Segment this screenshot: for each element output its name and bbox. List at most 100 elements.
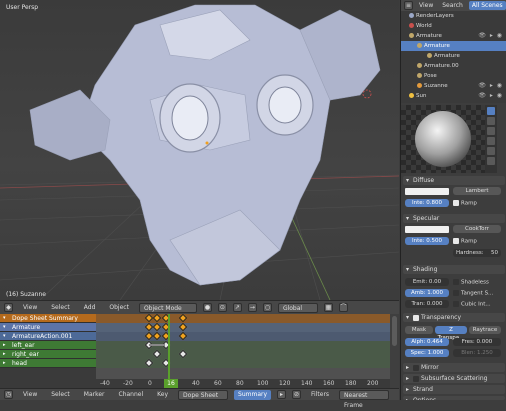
tangent-checkbox[interactable] <box>453 290 459 296</box>
channel-action[interactable]: ▾ ArmatureAction.001 <box>0 332 96 341</box>
channel-summary[interactable]: ▾ Dope Sheet Summary <box>0 314 96 323</box>
cubic-checkbox[interactable] <box>453 301 459 307</box>
only-selected-icon[interactable]: ▸ <box>277 390 287 399</box>
layers-icon[interactable]: ▦ <box>323 303 333 312</box>
diffuse-ramp-toggle[interactable]: Ramp <box>453 200 477 207</box>
outliner-row[interactable]: Sun 👁 ▸ ◉ <box>401 91 506 101</box>
keyframe-area[interactable] <box>96 314 390 388</box>
alpha-field[interactable]: Alph: 0.464 <box>405 338 449 346</box>
diffuse-shader-dropdown[interactable]: Lambert <box>453 187 501 195</box>
channel-group-right-ear[interactable]: ▸ right_ear <box>0 350 96 359</box>
specular-intensity[interactable]: Inte: 0.500 <box>405 237 449 245</box>
snap-icon[interactable]: ⌒ <box>338 303 348 312</box>
rotate-icon[interactable]: ○ <box>262 303 272 312</box>
specular-color[interactable] <box>405 226 449 233</box>
expand-icon[interactable]: ▾ <box>3 314 6 323</box>
mirror-checkbox[interactable] <box>413 364 419 371</box>
outliner-type-icon[interactable]: ≡ <box>404 1 413 10</box>
expand-icon[interactable]: ▸ <box>3 341 6 350</box>
sss-checkbox[interactable] <box>413 375 419 382</box>
outliner-row[interactable]: World <box>401 21 506 31</box>
mirror-panel-header[interactable]: Mirror <box>403 363 505 372</box>
emit-field[interactable]: Emit: 0.00 <box>405 278 449 286</box>
hair-preview-icon[interactable] <box>487 147 495 155</box>
outliner-row[interactable]: Suzanne 👁 ▸ ◉ <box>401 81 506 91</box>
transparency-panel-header[interactable]: Transparency <box>403 313 505 322</box>
specular-panel-header[interactable]: Specular <box>403 214 505 223</box>
diffuse-panel-header[interactable]: Diffuse <box>403 176 505 185</box>
manipulator-icon[interactable]: ↗ <box>232 303 242 312</box>
channel-group-head[interactable]: ▸ head <box>0 359 96 368</box>
ramp-checkbox[interactable] <box>453 200 459 206</box>
outliner-row[interactable]: Armature <box>401 51 506 61</box>
specular-shader-dropdown[interactable]: CookTorr <box>453 225 501 233</box>
hardness-field[interactable]: Hardness: 50 <box>453 249 501 257</box>
expand-icon[interactable]: ▾ <box>3 323 6 332</box>
expand-icon[interactable]: ▸ <box>3 359 6 368</box>
menu-view[interactable]: View <box>19 303 41 313</box>
visibility-icons[interactable]: 👁 ▸ ◉ <box>478 91 503 101</box>
tangent-toggle[interactable]: Tangent S... <box>453 290 493 297</box>
strand-panel-header[interactable]: Strand <box>403 385 505 394</box>
cube-preview-icon[interactable] <box>487 127 495 135</box>
monkey-preview-icon[interactable] <box>487 137 495 145</box>
dopesheet-editor[interactable]: ▾ Dope Sheet Summary ▾ Armature ▾ ArmatureA… <box>0 314 399 388</box>
diffuse-intensity[interactable]: Inte: 0.800 <box>405 199 449 207</box>
frame-ruler[interactable]: -40 -20 0 20 40 60 80 100 120 140 160 18… <box>96 379 390 388</box>
transparency-mode-mask[interactable]: Mask <box>405 326 433 334</box>
sphere-preview-icon[interactable] <box>487 107 495 115</box>
menu-marker[interactable]: Marker <box>80 390 109 400</box>
outliner[interactable]: ≡ View Search All Scenes RenderLayers Wo… <box>400 0 506 103</box>
outliner-row[interactable]: Armature <box>401 41 506 51</box>
orientation-dropdown[interactable]: Global <box>277 302 318 313</box>
menu-object[interactable]: Object <box>105 303 133 313</box>
menu-select[interactable]: Select <box>47 390 74 400</box>
transparency-mode-raytrace[interactable]: Raytrace <box>469 326 501 334</box>
translucency-field[interactable]: Tran: 0.000 <box>405 300 449 308</box>
editor-type-icon[interactable]: ◷ <box>4 390 13 399</box>
tab-search[interactable]: Search <box>439 1 466 10</box>
outliner-row[interactable]: Armature 👁 ▸ ◉ <box>401 31 506 41</box>
sss-panel-header[interactable]: Subsurface Scattering <box>403 374 505 383</box>
shading-icon[interactable]: ● <box>202 303 212 312</box>
ramp-checkbox[interactable] <box>453 238 459 244</box>
summary-toggle[interactable]: Summary <box>234 389 272 400</box>
fresnel-field[interactable]: Fres: 0.000 <box>453 338 501 346</box>
channel-group-left-ear[interactable]: ▸ left_ear <box>0 341 96 350</box>
expand-icon[interactable]: ▸ <box>3 350 6 359</box>
shadeless-toggle[interactable]: Shadeless <box>453 279 489 286</box>
ambient-field[interactable]: Amb: 1.000 <box>405 289 449 297</box>
diffuse-color[interactable] <box>405 188 449 195</box>
specular-alpha-field[interactable]: Spec: 1.000 <box>405 349 449 357</box>
outliner-row[interactable]: Armature.00 <box>401 61 506 71</box>
filter-icon[interactable]: ⊘ <box>292 390 302 399</box>
current-frame-number[interactable]: 16 <box>164 379 178 388</box>
shading-panel-header[interactable]: Shading <box>403 265 505 274</box>
expand-icon[interactable]: ▾ <box>3 332 6 341</box>
visibility-icons[interactable]: 👁 ▸ ◉ <box>478 81 503 91</box>
tab-view[interactable]: View <box>416 1 436 10</box>
outliner-row[interactable]: RenderLayers <box>401 11 506 21</box>
blend-field[interactable]: Blen: 1.250 <box>453 349 501 357</box>
filters-button[interactable]: Filters <box>307 390 333 400</box>
pivot-icon[interactable]: ⊙ <box>217 303 227 312</box>
snap-dropdown[interactable]: Nearest Frame <box>339 389 390 409</box>
visibility-icons[interactable]: 👁 ▸ ◉ <box>478 31 503 41</box>
menu-channel[interactable]: Channel <box>115 390 148 400</box>
menu-add[interactable]: Add <box>80 303 100 313</box>
current-frame-line[interactable] <box>168 314 170 380</box>
outliner-row[interactable]: Pose <box>401 71 506 81</box>
properties-editor[interactable]: Diffuse Lambert Inte: 0.800 Ramp Specula… <box>400 103 506 400</box>
shadeless-checkbox[interactable] <box>453 279 459 285</box>
transparency-checkbox[interactable] <box>413 314 419 321</box>
flat-preview-icon[interactable] <box>487 117 495 125</box>
options-panel-header[interactable]: Options <box>403 396 505 400</box>
sky-preview-icon[interactable] <box>487 157 495 165</box>
mode-dropdown[interactable]: Object Mode <box>138 302 197 313</box>
tab-all-scenes[interactable]: All Scenes <box>468 1 506 10</box>
cubic-toggle[interactable]: Cubic Int... <box>453 301 491 308</box>
editor-type-icon[interactable]: ◆ <box>4 303 13 312</box>
specular-ramp-toggle[interactable]: Ramp <box>453 238 477 245</box>
menu-view[interactable]: View <box>19 390 41 400</box>
channel-armature[interactable]: ▾ Armature <box>0 323 96 332</box>
